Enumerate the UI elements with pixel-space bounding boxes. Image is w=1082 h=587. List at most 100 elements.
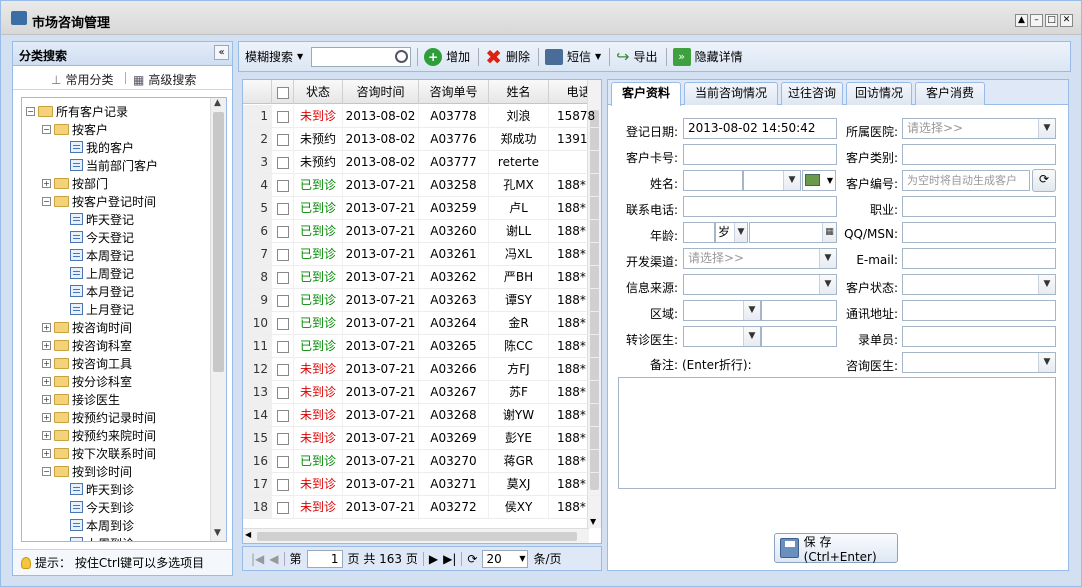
sms-dropdown-button[interactable]: 短信 ▼ bbox=[544, 48, 601, 65]
page-number-input[interactable]: 1 bbox=[306, 549, 343, 568]
source-select[interactable]: ▼ bbox=[683, 274, 837, 295]
row-checkbox[interactable] bbox=[272, 427, 294, 449]
referral-doctor-field[interactable] bbox=[761, 326, 837, 347]
expand-node-icon[interactable]: + bbox=[42, 340, 51, 350]
birthday-field[interactable]: ▦ bbox=[749, 222, 837, 243]
expand-node-icon[interactable]: + bbox=[42, 448, 51, 458]
table-row[interactable]: 13 未到诊 2013-07-21 A03267 苏F 188* bbox=[243, 381, 601, 404]
expand-node-icon[interactable]: + bbox=[42, 412, 51, 422]
tab-common-category[interactable]: ⊥ 常用分类 bbox=[51, 71, 113, 88]
add-button[interactable]: + 增加 bbox=[424, 47, 470, 66]
grid-horizontal-scrollbar[interactable]: ◀ bbox=[243, 528, 589, 543]
tree-scrollbar[interactable]: ▲ ▼ bbox=[210, 98, 226, 541]
row-checkbox[interactable] bbox=[272, 335, 294, 357]
tree-folder-node[interactable]: − 按到诊时间 bbox=[42, 462, 132, 480]
collapse-up-icon[interactable]: ▲ bbox=[1015, 14, 1028, 27]
tree-folder-node[interactable]: + 按分诊科室 bbox=[42, 372, 132, 390]
first-page-button[interactable]: |◀ bbox=[251, 552, 264, 566]
table-row[interactable]: 6 已到诊 2013-07-21 A03260 谢LL 188* bbox=[243, 220, 601, 243]
area-detail-field[interactable] bbox=[761, 300, 837, 321]
recorder-field[interactable] bbox=[902, 326, 1056, 347]
tab-advanced-search[interactable]: ▦ 高级搜索 bbox=[133, 71, 196, 88]
row-checkbox[interactable] bbox=[272, 243, 294, 265]
hide-details-button[interactable]: » 隐藏详情 bbox=[672, 47, 743, 66]
customer-no-field[interactable]: 为空时将自动生成客户 bbox=[902, 170, 1030, 191]
row-checkbox[interactable] bbox=[272, 105, 294, 127]
save-button[interactable]: 保 存(Ctrl+Enter) bbox=[774, 533, 898, 564]
channel-select[interactable]: 请选择>> ▼ bbox=[683, 248, 837, 269]
referral-doctor-select[interactable]: ▼ bbox=[683, 326, 761, 347]
row-checkbox[interactable] bbox=[272, 381, 294, 403]
email-field[interactable] bbox=[902, 248, 1056, 269]
tree-folder-node[interactable]: + 按下次联系时间 bbox=[42, 444, 156, 462]
tree-folder-node[interactable]: + 接诊医生 bbox=[42, 390, 120, 408]
category-field[interactable] bbox=[902, 144, 1056, 165]
collapse-panel-button[interactable]: « bbox=[214, 45, 229, 60]
name-field[interactable] bbox=[683, 170, 743, 191]
row-checkbox[interactable] bbox=[272, 289, 294, 311]
col-status[interactable]: 状态 bbox=[294, 80, 343, 104]
age-unit-select[interactable]: 岁 ▼ bbox=[715, 222, 748, 243]
table-row[interactable]: 2 未预约 2013-08-02 A03776 郑成功 1391 bbox=[243, 128, 601, 151]
tree-folder-node[interactable]: + 按咨询工具 bbox=[42, 354, 132, 372]
name-type-select[interactable]: ▼ bbox=[743, 170, 801, 191]
minimize-button[interactable]: – bbox=[1030, 14, 1043, 27]
col-name[interactable]: 姓名 bbox=[489, 80, 549, 104]
tree-leaf-node[interactable]: 我的客户 bbox=[58, 138, 134, 156]
tree-folder-node[interactable]: − 按客户 bbox=[42, 120, 108, 138]
table-row[interactable]: 9 已到诊 2013-07-21 A03263 谭SY 188* bbox=[243, 289, 601, 312]
row-checkbox[interactable] bbox=[272, 220, 294, 242]
tree-folder-node[interactable]: + 按部门 bbox=[42, 174, 108, 192]
fuzzy-search-dropdown[interactable]: 模糊搜索 ▼ bbox=[245, 48, 303, 65]
qq-field[interactable] bbox=[902, 222, 1056, 243]
consult-doctor-select[interactable]: ▼ bbox=[902, 352, 1056, 373]
expand-node-icon[interactable]: + bbox=[42, 376, 51, 386]
close-button[interactable]: ✕ bbox=[1060, 14, 1073, 27]
refresh-icon[interactable]: ⟳ bbox=[467, 552, 477, 566]
maximize-button[interactable]: □ bbox=[1045, 14, 1058, 27]
tree-folder-node[interactable]: + 按预约记录时间 bbox=[42, 408, 156, 426]
table-row[interactable]: 11 已到诊 2013-07-21 A03265 陈CC 188* bbox=[243, 335, 601, 358]
table-row[interactable]: 12 未到诊 2013-07-21 A03266 方FJ 188* bbox=[243, 358, 601, 381]
row-checkbox[interactable] bbox=[272, 496, 294, 518]
table-row[interactable]: 16 已到诊 2013-07-21 A03270 蒋GR 188* bbox=[243, 450, 601, 473]
tree-leaf-node[interactable]: 今天登记 bbox=[58, 228, 134, 246]
table-row[interactable]: 15 未到诊 2013-07-21 A03269 彭YE 188* bbox=[243, 427, 601, 450]
area-select[interactable]: ▼ bbox=[683, 300, 761, 321]
table-row[interactable]: 17 未到诊 2013-07-21 A03271 莫XJ 188* bbox=[243, 473, 601, 496]
tab-customer-info[interactable]: 客户资料 bbox=[611, 82, 681, 106]
card-number-field[interactable] bbox=[683, 144, 837, 165]
collapse-node-icon[interactable]: − bbox=[42, 466, 51, 476]
job-field[interactable] bbox=[902, 196, 1056, 217]
phone-field[interactable] bbox=[683, 196, 837, 217]
status-select[interactable]: ▼ bbox=[902, 274, 1056, 295]
tree-leaf-node[interactable]: 上周登记 bbox=[58, 264, 134, 282]
row-checkbox[interactable] bbox=[272, 174, 294, 196]
row-checkbox[interactable] bbox=[272, 473, 294, 495]
row-checkbox[interactable] bbox=[272, 128, 294, 150]
tree-folder-node[interactable]: + 按预约来院时间 bbox=[42, 426, 156, 444]
tree-leaf-node[interactable]: 本月登记 bbox=[58, 282, 134, 300]
address-field[interactable] bbox=[902, 300, 1056, 321]
expand-node-icon[interactable]: + bbox=[42, 394, 51, 404]
tree-leaf-node[interactable]: 上月登记 bbox=[58, 300, 134, 318]
next-page-button[interactable]: ▶ bbox=[429, 552, 438, 566]
refresh-customer-no-button[interactable]: ⟳ bbox=[1032, 169, 1056, 192]
expand-node-icon[interactable]: + bbox=[42, 322, 51, 332]
row-checkbox[interactable] bbox=[272, 358, 294, 380]
row-checkbox[interactable] bbox=[272, 151, 294, 173]
row-checkbox[interactable] bbox=[272, 266, 294, 288]
tree-leaf-node[interactable]: 今天到诊 bbox=[58, 498, 134, 516]
row-checkbox[interactable] bbox=[272, 312, 294, 334]
collapse-node-icon[interactable]: − bbox=[42, 196, 51, 206]
tree-folder-node[interactable]: − 按客户登记时间 bbox=[42, 192, 156, 210]
table-row[interactable]: 10 已到诊 2013-07-21 A03264 金R 188* bbox=[243, 312, 601, 335]
table-row[interactable]: 3 未预约 2013-08-02 A03777 reterte bbox=[243, 151, 601, 174]
tree-leaf-node[interactable]: 本周到诊 bbox=[58, 516, 134, 534]
search-icon[interactable] bbox=[395, 50, 409, 63]
tree-folder-node[interactable]: + 按咨询科室 bbox=[42, 336, 132, 354]
last-page-button[interactable]: ▶| bbox=[443, 552, 456, 566]
table-row[interactable]: 18 未到诊 2013-07-21 A03272 侯XY 188* bbox=[243, 496, 601, 519]
delete-button[interactable]: ✖ 删除 bbox=[485, 45, 530, 69]
hospital-select[interactable]: 请选择>> ▼ bbox=[902, 118, 1056, 139]
